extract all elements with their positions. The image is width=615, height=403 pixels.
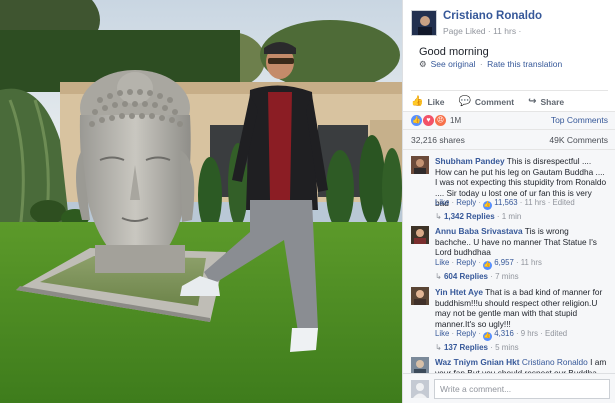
comment-input[interactable] <box>434 379 610 399</box>
comment-time[interactable]: 11 hrs <box>521 258 542 267</box>
thumbs-up-icon: 👍 <box>483 201 493 210</box>
like-label: Like <box>427 96 445 107</box>
reactions-row: 👍 ♥ 😠 1M Top Comments <box>403 111 615 129</box>
comment-like-link[interactable]: Like <box>435 258 449 267</box>
post-author-link[interactable]: Cristiano Ronaldo <box>443 10 542 22</box>
gear-icon[interactable]: ⚙ <box>419 59 427 69</box>
shares-count[interactable]: 32,216 shares <box>411 135 465 145</box>
comments-count[interactable]: 49K Comments <box>549 135 608 145</box>
comment-body: Annu Baba Srivastava Tis is wrong bachch… <box>435 226 607 258</box>
comment-replies[interactable]: ↳ 1,342 Replies · 1 min <box>435 212 521 221</box>
comment-like-count[interactable]: 6,957 <box>494 258 514 267</box>
comment-like-count[interactable]: 11,563 <box>494 198 517 207</box>
see-original-link[interactable]: See original <box>431 59 476 69</box>
replies-link[interactable]: 604 Replies <box>444 272 488 281</box>
replies-time: 1 min <box>501 212 522 221</box>
speech-bubble-icon: 💬 <box>458 96 471 107</box>
commenter-avatar[interactable] <box>411 156 429 174</box>
comment-actions: Like · Reply · 👍 4,316 · 9 hrs · Edited <box>435 329 568 341</box>
post-text: Good morning <box>419 46 489 58</box>
post-meta: Page Liked · 11 hrs · <box>443 26 522 36</box>
thumbs-up-icon: 👍 <box>483 332 493 341</box>
post-header: Cristiano Ronaldo Page Liked · 11 hrs · <box>411 8 611 40</box>
replies-link[interactable]: 137 Replies <box>444 343 488 352</box>
commenter-avatar[interactable] <box>411 357 429 373</box>
current-user-avatar <box>411 380 429 398</box>
commenter-name[interactable]: Annu Baba Srivastava <box>435 226 523 236</box>
love-reaction-icon: ♥ <box>423 115 434 126</box>
comment-body: Yin Htet Aye That is a bad kind of manne… <box>435 287 607 329</box>
comment-composer <box>403 373 615 403</box>
comment-replies[interactable]: ↳ 137 Replies · 5 mins <box>435 343 519 352</box>
comment-reply-link[interactable]: Reply <box>456 198 476 207</box>
post-action-bar: 👍 Like 💬 Comment ↪ Share <box>411 90 608 110</box>
rate-translation-link[interactable]: Rate this translation <box>487 59 562 69</box>
commenter-name[interactable]: Waz Tniym Gnian Hkt <box>435 357 520 367</box>
reply-arrow-icon: ↳ <box>435 343 442 352</box>
comment-button[interactable]: 💬 Comment <box>458 96 514 107</box>
thumbs-up-icon: 👍 <box>483 261 493 270</box>
comment-time[interactable]: 11 hrs <box>525 198 546 207</box>
top-comments-dropdown[interactable]: Top Comments <box>551 115 608 125</box>
commenter-avatar[interactable] <box>411 226 429 244</box>
photo-scene <box>0 0 402 403</box>
comment-like-count[interactable]: 4,316 <box>494 329 514 338</box>
page-avatar[interactable] <box>411 10 437 36</box>
share-label: Share <box>540 96 565 107</box>
commenter-name[interactable]: Yin Htet Aye <box>435 287 483 297</box>
comment-body: Waz Tniym Gnian Hkt Cristiano Ronaldo I … <box>435 357 607 373</box>
comment-like-link[interactable]: Like <box>435 198 449 207</box>
translation-links: ⚙ See original · Rate this translation <box>419 59 563 69</box>
comment-actions: Like · Reply · 👍 11,563 · 11 hrs · Edite… <box>435 198 575 210</box>
replies-time: 7 mins <box>495 272 519 281</box>
comment-edited[interactable]: Edited <box>553 198 575 207</box>
comment-reply-link[interactable]: Reply <box>456 329 476 338</box>
share-arrow-icon: ↪ <box>528 96 537 107</box>
reaction-count: 1M <box>450 116 462 125</box>
share-button[interactable]: ↪ Share <box>528 96 564 107</box>
like-reaction-icon: 👍 <box>411 115 422 126</box>
comment-reply-link[interactable]: Reply <box>456 258 476 267</box>
comment-edited[interactable]: Edited <box>545 329 567 338</box>
comments-list[interactable]: Shubham Pandey This is disrespectful ...… <box>403 149 615 373</box>
reply-arrow-icon: ↳ <box>435 272 442 281</box>
reaction-summary[interactable]: 👍 ♥ 😠 1M <box>411 115 461 126</box>
angry-reaction-icon: 😠 <box>435 115 446 126</box>
comment-actions: Like · Reply · 👍 6,957 · 11 hrs <box>435 258 542 270</box>
comment-replies[interactable]: ↳ 604 Replies · 7 mins <box>435 272 519 281</box>
comment-like-link[interactable]: Like <box>435 329 449 338</box>
post-side-panel: Cristiano Ronaldo Page Liked · 11 hrs · … <box>402 0 615 403</box>
comment-label: Comment <box>474 96 515 107</box>
like-button[interactable]: 👍 Like <box>411 96 444 107</box>
commenter-name[interactable]: Shubham Pandey <box>435 156 505 166</box>
stats-row: 32,216 shares 49K Comments <box>403 129 615 149</box>
commenter-avatar[interactable] <box>411 287 429 305</box>
replies-time: 5 mins <box>495 343 519 352</box>
replies-link[interactable]: 1,342 Replies <box>444 212 495 221</box>
post-photo[interactable] <box>0 0 402 403</box>
thumbs-up-icon: 👍 <box>411 96 424 107</box>
mention-link[interactable]: Cristiano Ronaldo <box>522 357 588 367</box>
comment-time[interactable]: 9 hrs <box>521 329 538 338</box>
reply-arrow-icon: ↳ <box>435 212 442 221</box>
